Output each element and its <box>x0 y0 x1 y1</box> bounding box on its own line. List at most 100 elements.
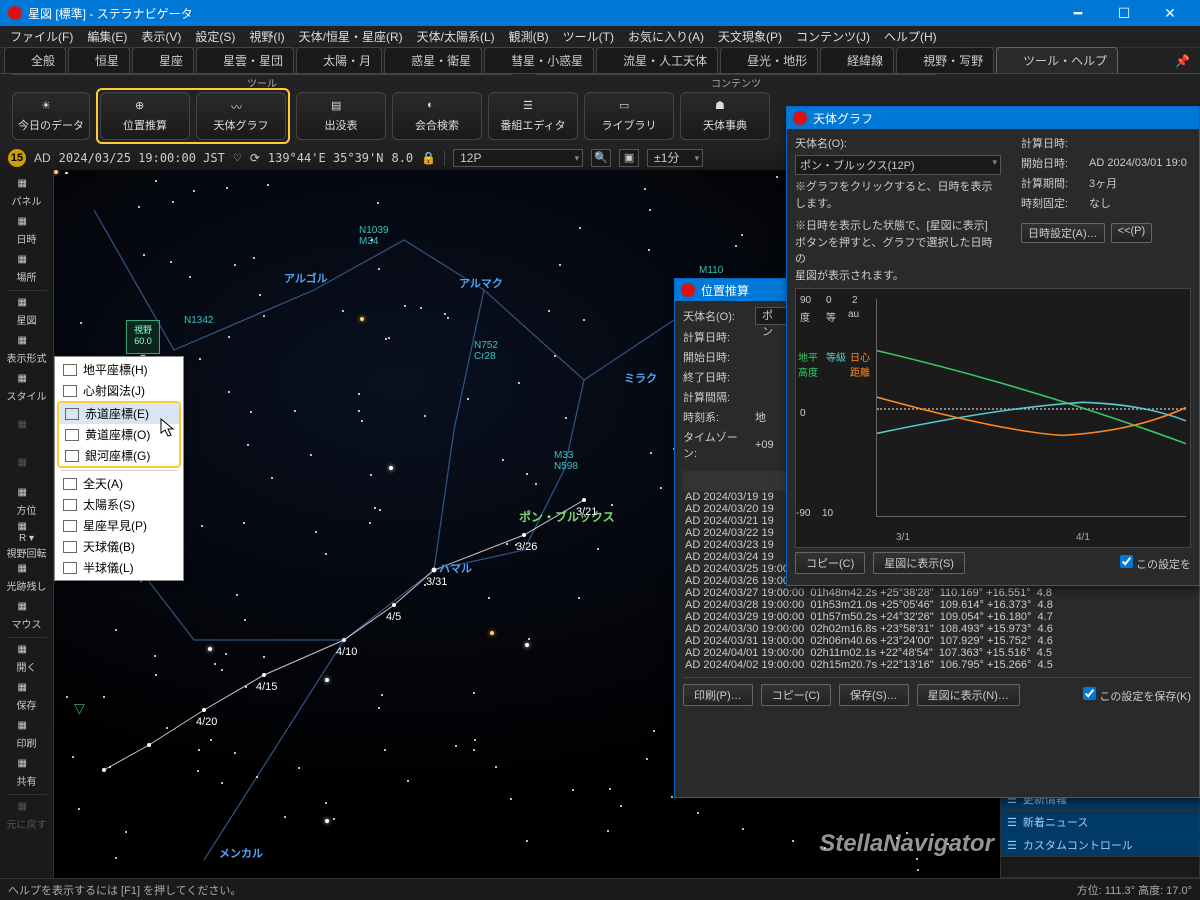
side-location[interactable]: ▦場所 <box>3 250 51 288</box>
side-chart-type[interactable]: ▦星図 <box>3 293 51 331</box>
category-tab[interactable]: 彗星・小惑星 <box>484 47 594 73</box>
category-tab[interactable]: 全般 <box>4 47 66 73</box>
star <box>370 474 372 476</box>
side-mouse[interactable]: ▦マウス <box>3 597 51 635</box>
search-button[interactable]: 🔍 <box>591 149 611 167</box>
prev-button[interactable]: <<(P) <box>1111 223 1153 243</box>
category-tab[interactable]: 惑星・衛星 <box>384 47 482 73</box>
menu-item[interactable]: 心射図法(J) <box>57 380 181 401</box>
table-row[interactable]: AD 2024/03/28 19:00:00 01h53m21.0s +25°0… <box>683 599 1191 611</box>
menu-item[interactable]: ヘルプ(H) <box>878 26 943 47</box>
category-tab[interactable]: ツール・ヘルプ <box>996 47 1118 73</box>
pin-icon[interactable]: 📌 <box>1175 54 1196 68</box>
save-settings-checkbox[interactable]: この設定を <box>1120 555 1191 572</box>
ephemeris-button[interactable]: ⊕位置推算 <box>100 92 190 140</box>
datetime-readout[interactable]: 2024/03/25 19:00:00 JST <box>59 151 225 165</box>
menu-item[interactable]: 天球儀(B) <box>57 536 181 557</box>
display-mode-menu[interactable]: 地平座標(H)心射図法(J)赤道座標(E)黄道座標(O)銀河座標(G) 全天(A)… <box>54 356 184 581</box>
table-row[interactable]: AD 2024/03/31 19:00:00 02h06m40.6s +23°2… <box>683 635 1191 647</box>
reload-icon[interactable]: ⟳ <box>250 151 260 165</box>
category-tab[interactable]: 恒星 <box>68 47 130 73</box>
side-azimuth[interactable]: ▦方位 <box>3 483 51 521</box>
panel-news[interactable]: ☰新着ニュース <box>1001 811 1199 834</box>
step-badge[interactable]: 15 <box>8 149 26 167</box>
menu-item[interactable]: 太陽系(S) <box>57 494 181 515</box>
dialog-titlebar[interactable]: 天体グラフ <box>787 107 1199 129</box>
tolerance-select[interactable]: ±1分 <box>647 149 703 167</box>
object-select[interactable]: 12P <box>453 149 583 167</box>
menu-item[interactable]: 天体/太陽系(L) <box>411 26 501 47</box>
menu-item[interactable]: 天体/恒星・星座(R) <box>293 26 409 47</box>
minimize-button[interactable]: ━ <box>1056 0 1100 26</box>
location-readout[interactable]: 139°44'E 35°39'N <box>268 151 384 165</box>
menu-item[interactable]: 天文現象(P) <box>712 26 788 47</box>
graph-chart[interactable]: 90 0 -90 度 0 10 等 2 au 地平 高度 等級 日心 距離 <box>795 288 1191 548</box>
menu-item[interactable]: 黄道座標(O) <box>59 424 179 445</box>
today-data-button[interactable]: ☀今日のデータ <box>12 92 90 140</box>
fov-indicator[interactable]: 視野 60.0 ▼ <box>126 320 160 354</box>
menu-item[interactable]: 地平座標(H) <box>57 359 181 380</box>
menu-item[interactable]: 銀河座標(G) <box>59 445 179 466</box>
rise-set-button[interactable]: ▤出没表 <box>296 92 386 140</box>
print-button[interactable]: 印刷(P)… <box>683 684 753 706</box>
library-button[interactable]: ▭ライブラリ <box>584 92 674 140</box>
menu-item[interactable]: お気に入り(A) <box>622 26 710 47</box>
menu-item[interactable]: 表示(V) <box>135 26 187 47</box>
save-button[interactable]: 保存(S)… <box>839 684 909 706</box>
side-style[interactable]: ▦スタイル <box>3 369 51 407</box>
panel-custom[interactable]: ☰カスタムコントロール <box>1001 834 1199 857</box>
show-in-chart-button[interactable]: 星図に表示(S) <box>873 552 965 574</box>
close-button[interactable]: ✕ <box>1148 0 1192 26</box>
mag-readout[interactable]: 8.0 <box>391 151 413 165</box>
menu-item[interactable]: 赤道座標(E) <box>59 403 179 424</box>
menu-item[interactable]: コンテンツ(J) <box>790 26 876 47</box>
side-panel[interactable]: ▦パネル <box>3 174 51 212</box>
category-tab[interactable]: 視野・写野 <box>896 47 994 73</box>
object-graph-button[interactable]: 〰天体グラフ <box>196 92 286 140</box>
category-tab[interactable]: 星座 <box>132 47 194 73</box>
side-display-mode[interactable]: ▦表示形式 <box>3 331 51 369</box>
menu-item[interactable]: ツール(T) <box>557 26 620 47</box>
target-button[interactable]: ▣ <box>619 149 639 167</box>
table-row[interactable]: AD 2024/03/30 19:00:00 02h02m16.8s +23°5… <box>683 623 1191 635</box>
side-save[interactable]: ▦保存 <box>3 678 51 716</box>
table-row[interactable]: AD 2024/03/29 19:00:00 01h57m50.2s +24°3… <box>683 611 1191 623</box>
table-row[interactable]: AD 2024/04/01 19:00:00 02h11m02.1s +22°4… <box>683 647 1191 659</box>
side-print[interactable]: ▦印刷 <box>3 716 51 754</box>
save-settings-checkbox[interactable]: この設定を保存(K) <box>1083 687 1191 704</box>
table-row[interactable]: AD 2024/04/02 19:00:00 02h15m20.7s +22°1… <box>683 659 1191 671</box>
side-icon: ▦ <box>18 601 36 615</box>
category-tab[interactable]: 流星・人工天体 <box>596 47 718 73</box>
menu-item[interactable]: 観測(B) <box>503 26 555 47</box>
maximize-button[interactable]: ☐ <box>1102 0 1146 26</box>
copy-button[interactable]: コピー(C) <box>761 684 831 706</box>
menu-item[interactable]: 視野(I) <box>243 26 290 47</box>
side-share[interactable]: ▦共有 <box>3 754 51 792</box>
copy-button[interactable]: コピー(C) <box>795 552 865 574</box>
side-open[interactable]: ▦開く <box>3 640 51 678</box>
datetime-settings-button[interactable]: 日時設定(A)… <box>1021 223 1105 243</box>
show-in-chart-button[interactable]: 星図に表示(N)… <box>917 684 1020 706</box>
category-tab[interactable]: 昼光・地形 <box>720 47 818 73</box>
encyclopedia-button[interactable]: ☗天体事典 <box>680 92 770 140</box>
lock-icon[interactable]: 🔒 <box>421 151 436 165</box>
table-row[interactable]: AD 2024/03/27 19:00:00 01h48m42.2s +25°3… <box>683 587 1191 599</box>
object-graph-dialog[interactable]: 天体グラフ 天体名(O): ポン・ブルックス(12P) ※グラフをクリックすると… <box>786 106 1200 586</box>
menubar[interactable]: ファイル(F)編集(E)表示(V)設定(S)視野(I)天体/恒星・星座(R)天体… <box>0 26 1200 48</box>
side-trail[interactable]: ▦光跡残し <box>3 559 51 597</box>
side-fov-rotate[interactable]: ▦R ▾視野回転 <box>3 521 51 559</box>
program-editor-button[interactable]: ☰番組エディタ <box>488 92 578 140</box>
category-tab[interactable]: 星雲・星団 <box>196 47 294 73</box>
category-tab[interactable]: 太陽・月 <box>296 47 382 73</box>
menu-item[interactable]: 星座早見(P) <box>57 515 181 536</box>
menu-item[interactable]: ファイル(F) <box>4 26 79 47</box>
object-select[interactable]: ポン・ブルックス(12P) <box>795 155 1001 175</box>
menu-item[interactable]: 半球儀(L) <box>57 557 181 578</box>
category-tab[interactable]: 経緯線 <box>820 47 894 73</box>
menu-item[interactable]: 全天(A) <box>57 473 181 494</box>
dso-label: N1039 M34 <box>359 225 388 247</box>
side-datetime[interactable]: ▦日時 <box>3 212 51 250</box>
menu-item[interactable]: 設定(S) <box>189 26 241 47</box>
menu-item[interactable]: 編集(E) <box>81 26 133 47</box>
conjunction-button[interactable]: ◐会合検索 <box>392 92 482 140</box>
